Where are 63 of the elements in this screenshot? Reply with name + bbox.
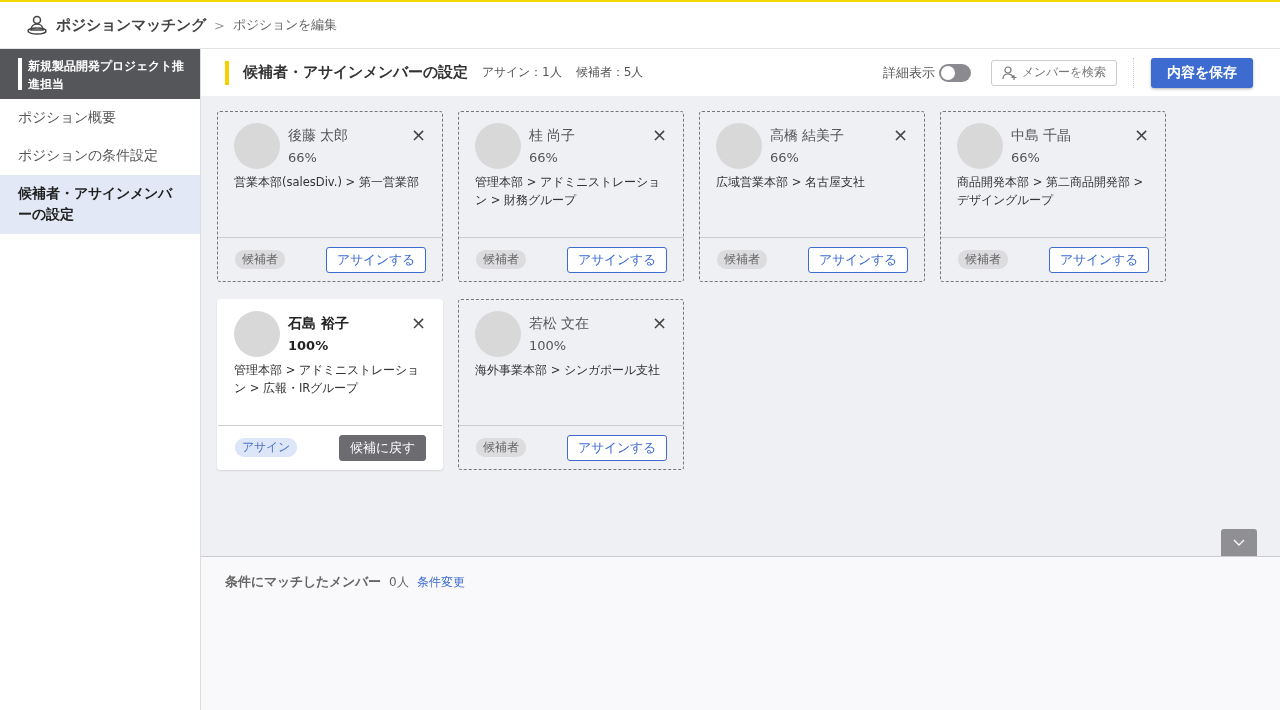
status-badge: 候補者	[476, 250, 526, 269]
close-button[interactable]: ×	[651, 125, 667, 145]
status-badge: アサイン	[235, 438, 297, 457]
position-title: 新規製品開発プロジェクト推進担当	[0, 49, 200, 99]
toggle-label: 詳細表示	[883, 63, 935, 82]
match-rate: 66%	[288, 150, 318, 165]
save-button[interactable]: 内容を保存	[1151, 57, 1253, 88]
sidebar-item[interactable]: 候補者・アサインメンバーの設定	[0, 175, 200, 234]
collapse-button[interactable]	[1221, 529, 1257, 556]
department-path: 海外事業本部 > シンガポール支社	[475, 362, 661, 379]
assign-count: アサイン：1人	[482, 64, 562, 81]
change-conditions-link[interactable]: 条件変更	[416, 574, 465, 591]
avatar	[716, 123, 762, 169]
breadcrumb-current: ポジションを編集	[232, 16, 337, 34]
match-rate: 66%	[770, 150, 800, 165]
assign-button[interactable]: アサインする	[326, 246, 426, 273]
match-rate: 100%	[288, 338, 330, 353]
candidate-count: 候補者：5人	[575, 64, 644, 81]
match-rate: 66%	[529, 150, 559, 165]
status-badge: 候補者	[476, 438, 526, 457]
person-icon	[26, 14, 48, 36]
match-rate: 100%	[529, 338, 568, 353]
department-path: 営業本部(salesDiv.) > 第一営業部	[234, 174, 420, 191]
close-button[interactable]: ×	[651, 313, 667, 333]
detail-toggle[interactable]	[939, 63, 971, 82]
close-button[interactable]: ×	[892, 125, 908, 145]
member-search-button[interactable]: メンバーを検索	[991, 59, 1117, 86]
avatar	[475, 311, 521, 357]
member-name: 桂 尚子	[529, 127, 577, 145]
avatar	[234, 123, 280, 169]
member-name: 石島 裕子	[288, 315, 350, 333]
member-name: 若松 文在	[529, 315, 591, 333]
status-badge: 候補者	[958, 250, 1008, 269]
matched-title: 条件にマッチしたメンバー	[225, 573, 381, 591]
assign-button[interactable]: アサインする	[808, 246, 908, 273]
close-button[interactable]: ×	[410, 125, 426, 145]
section-title: 候補者・アサインメンバーの設定	[243, 63, 468, 82]
status-badge: 候補者	[717, 250, 767, 269]
department-path: 管理本部 > アドミニストレーション > 財務グループ	[475, 174, 661, 209]
add-person-icon	[1002, 65, 1018, 80]
member-name: 高橋 結美子	[770, 127, 846, 145]
return-button[interactable]: 候補に戻す	[339, 434, 426, 461]
match-rate: 66%	[1011, 150, 1041, 165]
avatar	[957, 123, 1003, 169]
department-path: 管理本部 > アドミニストレーション > 広報・IRグループ	[234, 362, 420, 397]
assign-button[interactable]: アサインする	[1049, 246, 1149, 273]
sidebar-item[interactable]: ポジション概要	[0, 99, 200, 137]
assign-button[interactable]: アサインする	[567, 246, 667, 273]
breadcrumb-separator: >	[214, 17, 225, 33]
close-button[interactable]: ×	[410, 313, 426, 333]
member-name: 後藤 太郎	[288, 127, 350, 145]
avatar	[234, 311, 280, 357]
close-button[interactable]: ×	[1133, 125, 1149, 145]
status-badge: 候補者	[235, 250, 285, 269]
assign-button[interactable]: アサインする	[567, 434, 667, 461]
department-path: 広域営業本部 > 名古屋支社	[716, 174, 866, 191]
avatar	[475, 123, 521, 169]
department-path: 商品開発本部 > 第二商品開発部 > デザイングループ	[957, 174, 1145, 209]
member-name: 中島 千晶	[1011, 127, 1073, 145]
matched-count: 0人	[389, 574, 409, 591]
sidebar-item[interactable]: ポジションの条件設定	[0, 137, 200, 175]
app-title[interactable]: ポジションマッチング	[56, 15, 206, 35]
chevron-down-icon	[1233, 539, 1245, 546]
